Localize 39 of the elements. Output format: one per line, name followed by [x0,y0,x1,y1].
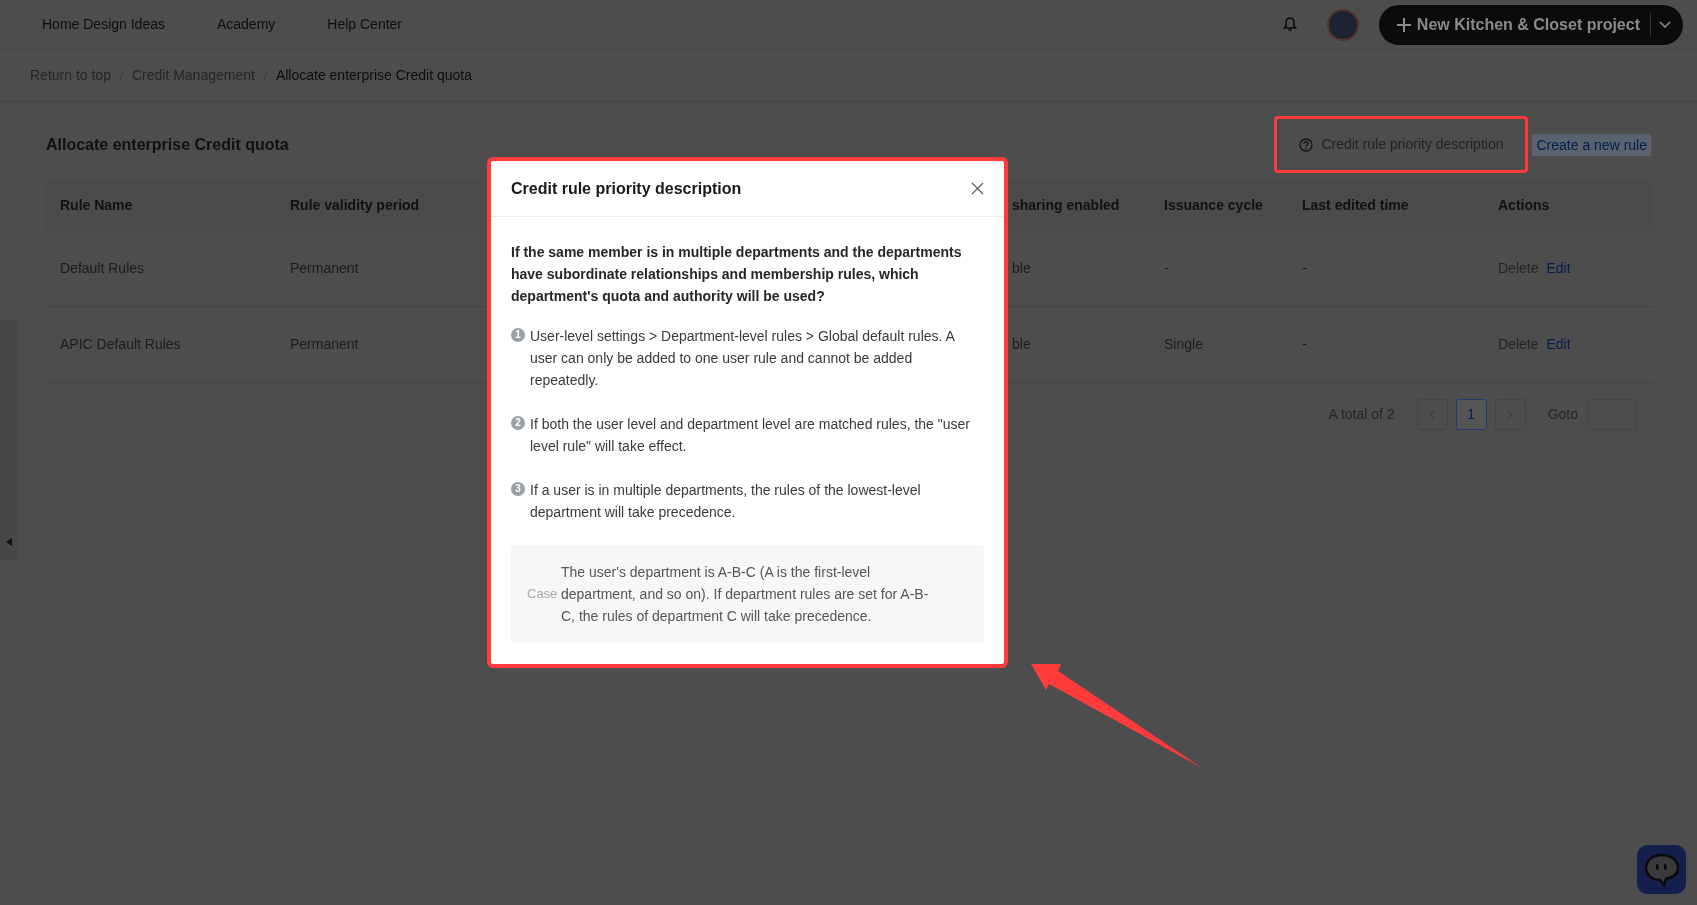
page-button[interactable]: 1 [1455,399,1487,430]
plus-icon [1396,17,1411,32]
close-icon[interactable] [971,182,984,195]
case-label: Case [527,585,559,603]
table-cell-text: - [1302,259,1307,278]
column-header: Rule validity period [290,195,421,215]
avatar[interactable] [1326,8,1359,41]
nav-link[interactable]: Help Center [327,14,402,35]
action-link[interactable]: Edit [1546,258,1571,279]
column-header: sharing enabled [1012,195,1121,215]
chat-button[interactable] [1637,845,1686,894]
collapse-handle[interactable] [0,320,18,560]
column-header: Rule Name [60,195,134,215]
page-title: Allocate enterprise Credit quota [46,134,290,155]
number-badge: 1 [511,328,525,342]
rule-text: User-level settings > Department-level rules > Global default rules. A user can only be added to one user rule and cannot be added repeatedly. [530,327,956,390]
help-icon [1299,137,1314,152]
caret-left-icon [6,538,12,546]
number-badge: 2 [511,416,525,430]
rule-text: If a user is in multiple departments, the rules of the lowest-level department will take precedence. [530,481,922,522]
table-cell-text: - [1302,335,1307,354]
speech-bubble-icon [1643,852,1680,887]
column-header: Last edited time [1302,195,1410,215]
case-text: The user's department is A-B-C (A is the first-level department, and so on). If department rules are set for A-B-C, the rules of department C will take precedence. [561,563,930,626]
dialog-question: If the same member is in multiple departments and the departments have subordinate relationships and membership rules, which department's quota and authority will be used? [511,243,963,306]
action-link[interactable]: Edit [1546,334,1571,355]
nav-link[interactable]: Academy [216,14,276,35]
column-header: Issuance cycle [1164,195,1264,215]
number-badge: 3 [511,482,525,496]
chevron-down-icon [1659,20,1671,29]
table-cell-text: - [1164,259,1169,278]
create-rule-button[interactable]: Create a new rule [1532,134,1651,156]
bell-icon[interactable] [1282,17,1297,32]
dialog-title: Credit rule priority description [511,178,742,199]
new-project-button[interactable]: New Kitchen & Closet project [1378,4,1683,45]
nav-link[interactable]: Home Design Ideas [42,14,165,35]
rule-text: If both the user level and department level are matched rules, the "user level rule" will take effect. [530,415,971,456]
breadcrumb-link[interactable]: Allocate enterprise Credit quota [275,65,472,86]
column-header: Actions [1498,195,1551,215]
